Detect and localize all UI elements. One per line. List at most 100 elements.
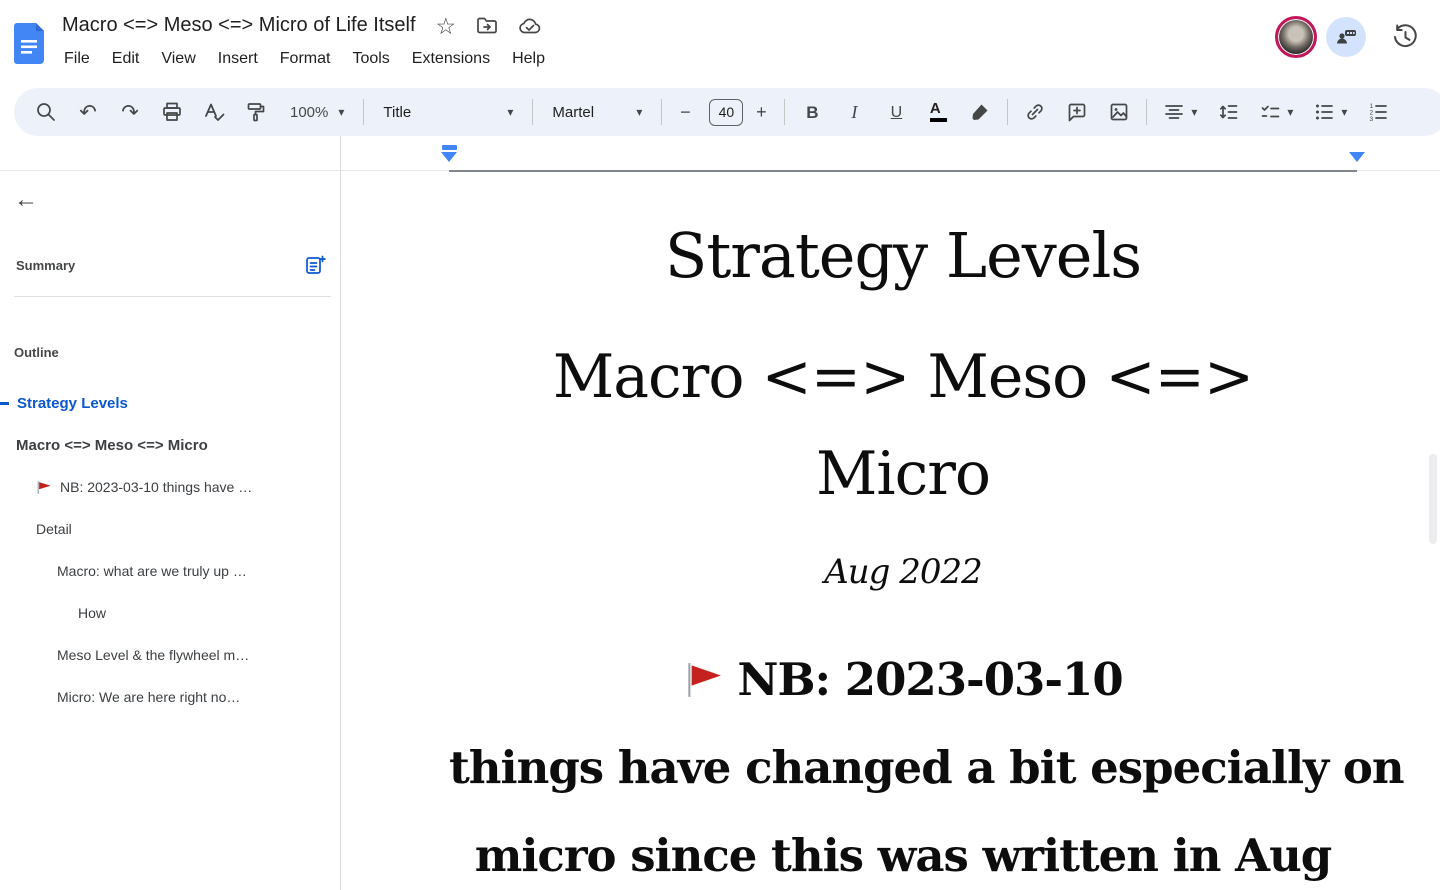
document-title[interactable]: Macro <=> Meso <=> Micro of Life Itself	[62, 14, 416, 37]
cloud-check-icon	[518, 16, 542, 36]
close-outline-button[interactable]: ←	[14, 188, 38, 212]
person-chat-icon	[1334, 26, 1358, 48]
toolbar-separator	[1007, 99, 1008, 125]
comment-add-icon	[1066, 101, 1088, 123]
bold-icon: B	[806, 102, 818, 123]
undo-icon: ↶	[79, 102, 97, 123]
align-center-icon	[1163, 101, 1185, 123]
italic-icon: I	[851, 102, 857, 123]
print-button[interactable]	[154, 94, 190, 130]
star-button[interactable]: ☆	[436, 16, 457, 36]
menu-item-format[interactable]: Format	[269, 47, 342, 71]
chevron-down-icon: ▾	[338, 105, 344, 119]
checklist-button[interactable]: ▾	[1252, 94, 1300, 130]
insert-link-button[interactable]	[1017, 94, 1053, 130]
menu-item-help[interactable]: Help	[501, 47, 556, 71]
spell-check-button[interactable]	[196, 94, 232, 130]
bold-button[interactable]: B	[794, 94, 830, 130]
outline-item-micro-here[interactable]: Micro: We are here right no…	[0, 676, 340, 718]
underline-icon: U	[891, 102, 903, 123]
folder-move-icon	[476, 16, 498, 36]
italic-button[interactable]: I	[836, 94, 872, 130]
doc-title-heading[interactable]: Strategy Levels	[449, 208, 1357, 304]
decrease-font-size-button[interactable]: −	[671, 94, 699, 130]
link-icon	[1024, 101, 1046, 123]
history-clock-icon	[1392, 24, 1419, 50]
version-history-button[interactable]	[1392, 24, 1419, 50]
font-family-select[interactable]: Martel ▾	[542, 94, 652, 130]
cloud-status-button[interactable]	[518, 16, 542, 36]
add-summary-icon	[304, 254, 326, 276]
sidebar-divider	[14, 296, 331, 297]
menu-item-tools[interactable]: Tools	[341, 47, 400, 71]
move-to-folder-button[interactable]	[476, 16, 498, 36]
red-flag-icon	[683, 662, 725, 698]
outline-item-macro-meso-micro[interactable]: Macro <=> Meso <=> Micro	[0, 424, 340, 466]
menu-item-view[interactable]: View	[150, 47, 206, 71]
bulleted-list-icon	[1313, 101, 1335, 123]
checklist-icon	[1259, 101, 1281, 123]
doc-heading-macro-meso-micro[interactable]: Macro <=> Meso <=> Micro	[449, 329, 1357, 523]
outline-item-macro-what[interactable]: Macro: what are we truly up …	[0, 550, 340, 592]
page-margin-line	[449, 170, 1357, 172]
paint-format-button[interactable]	[238, 94, 274, 130]
outline-label: Outline	[14, 345, 59, 360]
formatting-toolbar: ↶ ↷ 100% ▾ Title ▾ Martel ▾	[14, 88, 1440, 136]
add-comment-button[interactable]	[1059, 94, 1095, 130]
outline-item-strategy-levels[interactable]: Strategy Levels	[0, 382, 340, 424]
outline-item-how[interactable]: How	[0, 592, 340, 634]
numbered-list-button[interactable]: 1 2 3	[1360, 94, 1396, 130]
back-arrow-icon: ←	[14, 186, 38, 213]
paint-roller-icon	[245, 101, 267, 123]
minus-icon: −	[680, 102, 691, 123]
menu-item-insert[interactable]: Insert	[207, 47, 269, 71]
line-spacing-button[interactable]	[1210, 94, 1246, 130]
outline-item-nb[interactable]: NB: 2023-03-10 things have …	[0, 466, 340, 508]
zoom-select[interactable]: 100% ▾	[280, 94, 354, 130]
increase-font-size-button[interactable]: +	[747, 94, 775, 130]
outline-item-detail[interactable]: Detail	[0, 508, 340, 550]
search-menus-button[interactable]	[28, 94, 64, 130]
document-canvas[interactable]: Strategy Levels Macro <=> Meso <=> Micro…	[341, 136, 1440, 890]
doc-nb-heading[interactable]: NB: 2023-03-10 things have changed a bit…	[449, 636, 1357, 890]
google-docs-logo-icon[interactable]	[14, 23, 44, 64]
undo-button[interactable]: ↶	[70, 94, 106, 130]
menu-item-extensions[interactable]: Extensions	[401, 47, 501, 71]
image-icon	[1108, 101, 1130, 123]
underline-button[interactable]: U	[878, 94, 914, 130]
redo-icon: ↷	[121, 102, 139, 123]
font-family-value: Martel	[552, 104, 594, 121]
text-color-button[interactable]: A	[920, 94, 956, 130]
align-button[interactable]: ▾	[1156, 94, 1204, 130]
highlighter-icon	[969, 101, 991, 123]
bulleted-list-button[interactable]: ▾	[1306, 94, 1354, 130]
insert-image-button[interactable]	[1101, 94, 1137, 130]
left-indent-marker[interactable]	[441, 145, 457, 170]
doc-date-line[interactable]: Aug 2022	[449, 548, 1357, 596]
app-header: Macro <=> Meso <=> Micro of Life Itself …	[0, 0, 1440, 88]
outline-list: Strategy Levels Macro <=> Meso <=> Micro…	[0, 382, 340, 718]
chevron-down-icon: ▾	[636, 105, 642, 119]
menu-item-edit[interactable]: Edit	[101, 47, 151, 71]
chevron-down-icon: ▾	[1191, 105, 1197, 119]
font-size-input[interactable]: 40	[709, 99, 743, 126]
right-indent-marker[interactable]	[1349, 152, 1365, 162]
paragraph-styles-select[interactable]: Title ▾	[373, 94, 523, 130]
svg-text:3: 3	[1370, 116, 1374, 123]
add-summary-button[interactable]	[304, 254, 326, 276]
outline-item-meso-level[interactable]: Meso Level & the flywheel m…	[0, 634, 340, 676]
scrollbar-thumb[interactable]	[1429, 454, 1437, 544]
line-spacing-icon	[1217, 101, 1239, 123]
left-indent-triangle-icon	[441, 152, 457, 162]
highlight-color-button[interactable]	[962, 94, 998, 130]
first-line-indent-marker[interactable]	[442, 145, 457, 150]
print-icon	[161, 101, 183, 123]
red-flag-icon	[36, 480, 52, 495]
user-avatar[interactable]	[1275, 16, 1317, 58]
chevron-down-icon: ▾	[1287, 105, 1293, 119]
toolbar-separator	[661, 99, 662, 125]
join-call-button[interactable]	[1326, 17, 1366, 57]
toolbar-separator	[363, 99, 364, 125]
menu-item-file[interactable]: File	[53, 47, 101, 71]
redo-button[interactable]: ↷	[112, 94, 148, 130]
